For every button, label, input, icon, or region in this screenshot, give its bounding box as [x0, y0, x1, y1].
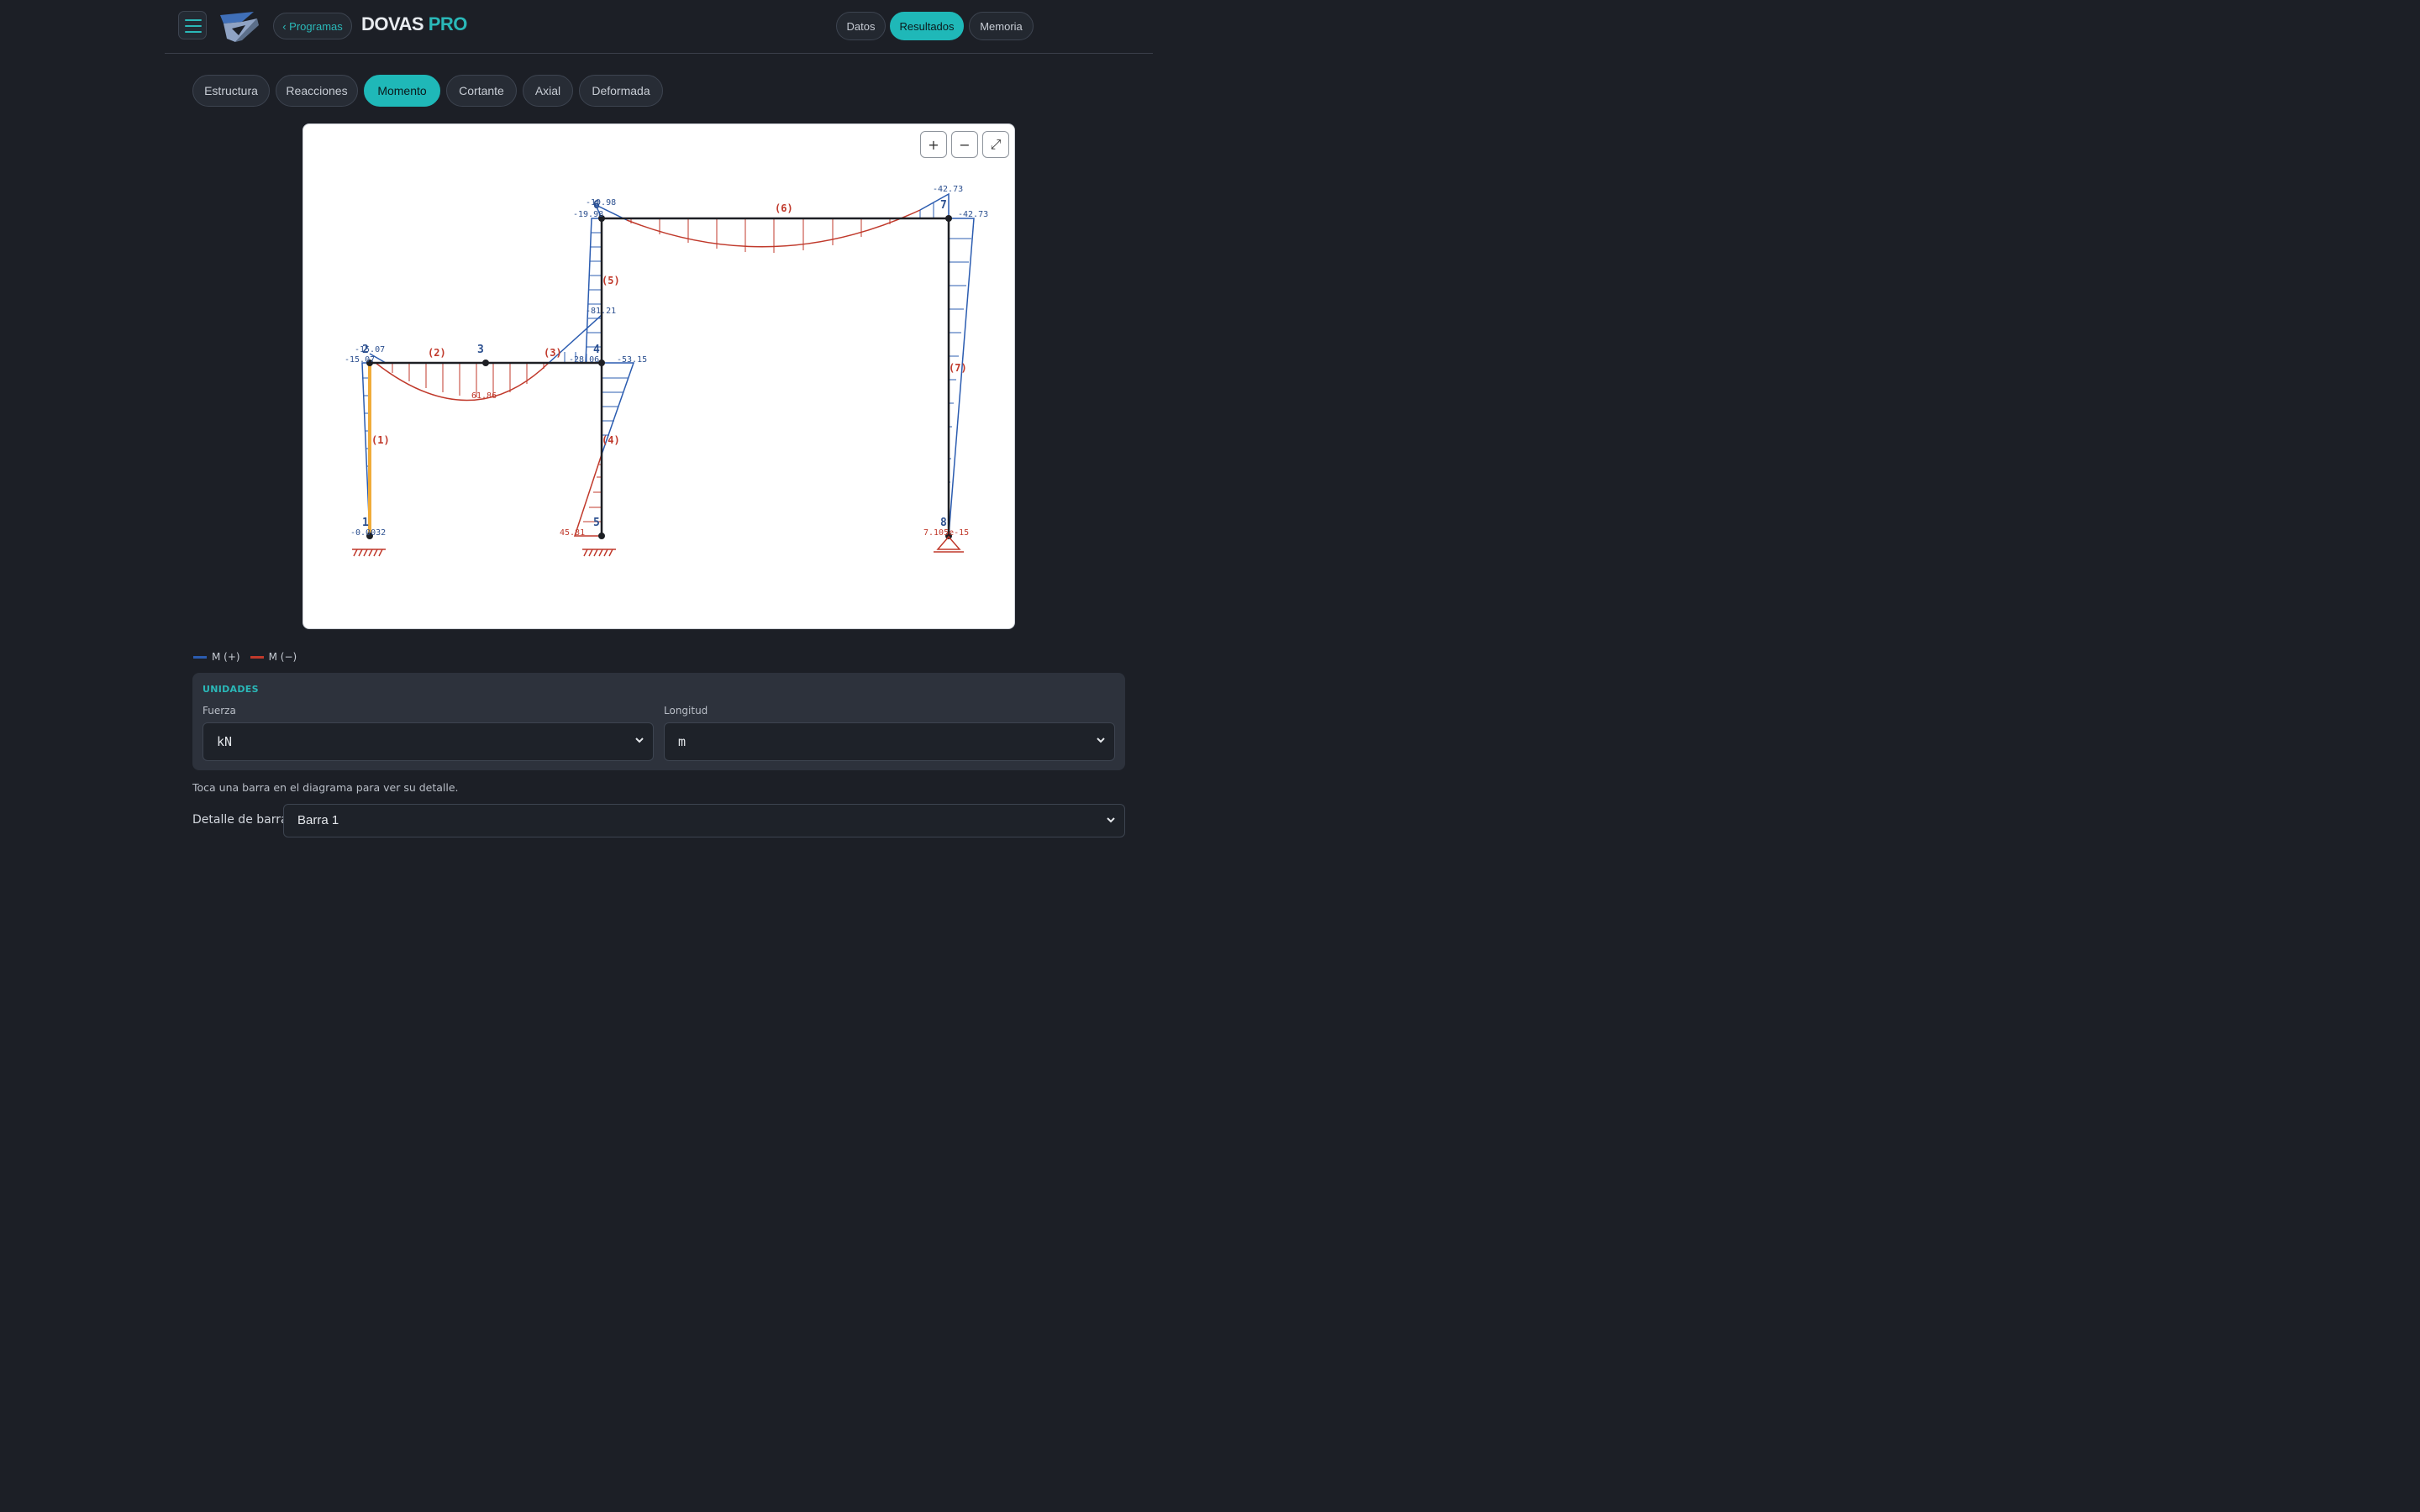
hamburger-icon [185, 19, 202, 21]
bar-hint-text: Toca una barra en el diagrama para ver s… [192, 781, 459, 794]
moment-value: -42.73 [958, 210, 989, 219]
moment-value: -19.98 [586, 198, 617, 207]
moment-value: 61.86 [471, 391, 497, 401]
moment-value: -53.15 [617, 355, 648, 365]
bar-label: (6) [775, 202, 793, 214]
node-label: 3 [477, 344, 484, 356]
bar-label: (7) [949, 362, 967, 374]
bar-detail-label: Detalle de barra: [192, 813, 292, 827]
chevron-down-icon [1107, 817, 1115, 823]
chevron-down-icon [1097, 738, 1105, 743]
nav-memoria[interactable]: Memoria [969, 12, 1034, 40]
legend-positive: M (+) [193, 651, 240, 663]
legend-negative: M (−) [250, 651, 297, 663]
node-label: 1 [362, 517, 369, 529]
bar-label: (2) [428, 347, 446, 359]
diagram-legend: M (+) M (−) [193, 651, 297, 663]
bar-label: (4) [602, 434, 620, 446]
bar-detail-select[interactable]: Barra 1 [283, 804, 1125, 837]
length-select[interactable]: m [664, 722, 1115, 761]
node-label: 7 [940, 199, 947, 212]
units-title: UNIDADES [203, 684, 259, 695]
tab-estructura[interactable]: Estructura [192, 75, 270, 107]
moment-value: -81.21 [586, 307, 617, 316]
moment-value: 7.105e-15 [923, 528, 970, 538]
node-label: 5 [593, 517, 600, 529]
tab-cortante[interactable]: Cortante [446, 75, 517, 107]
moment-value: -15.07 [345, 355, 376, 365]
node-label: 8 [940, 517, 947, 529]
tab-reacciones[interactable]: Reacciones [276, 75, 358, 107]
tab-deformada[interactable]: Deformada [579, 75, 663, 107]
bar-label: (1) [371, 434, 390, 446]
programs-back-button[interactable]: ‹ Programas [273, 13, 352, 39]
menu-button[interactable] [178, 11, 207, 39]
moment-value: -28.06 [569, 355, 600, 365]
length-label: Longitud [664, 705, 708, 717]
bar-label: (3) [544, 347, 562, 359]
diagram-labels: 1 2 3 4 5 6 7 8 (1) (2) (3) (4) (5) (6) … [303, 124, 1014, 628]
app-logo-icon [220, 12, 259, 42]
brand-title: DOVAS PRO [361, 13, 467, 34]
force-select[interactable]: kN [203, 722, 654, 761]
node-label: 4 [593, 344, 600, 356]
tab-momento[interactable]: Momento [364, 75, 440, 107]
top-bar: ‹ Programas DOVAS PRO Datos Resultados M… [165, 0, 1153, 54]
moment-diagram-canvas[interactable]: + − ⤢ 1 2 3 4 5 6 7 8 (1) (2) (3) (4) (5… [302, 123, 1015, 629]
moment-value: -19.98 [573, 210, 604, 219]
nav-datos[interactable]: Datos [836, 12, 886, 40]
nav-resultados[interactable]: Resultados [890, 12, 964, 40]
force-label: Fuerza [203, 705, 236, 717]
moment-value: -42.73 [933, 185, 964, 194]
moment-value: 45.81 [560, 528, 586, 538]
moment-value: -15.07 [355, 345, 386, 354]
tab-axial[interactable]: Axial [523, 75, 573, 107]
units-panel: UNIDADES Fuerza kN Longitud m [192, 673, 1125, 770]
bar-label: (5) [602, 275, 620, 286]
chevron-down-icon [635, 738, 644, 743]
moment-value: -0.0032 [350, 528, 387, 538]
